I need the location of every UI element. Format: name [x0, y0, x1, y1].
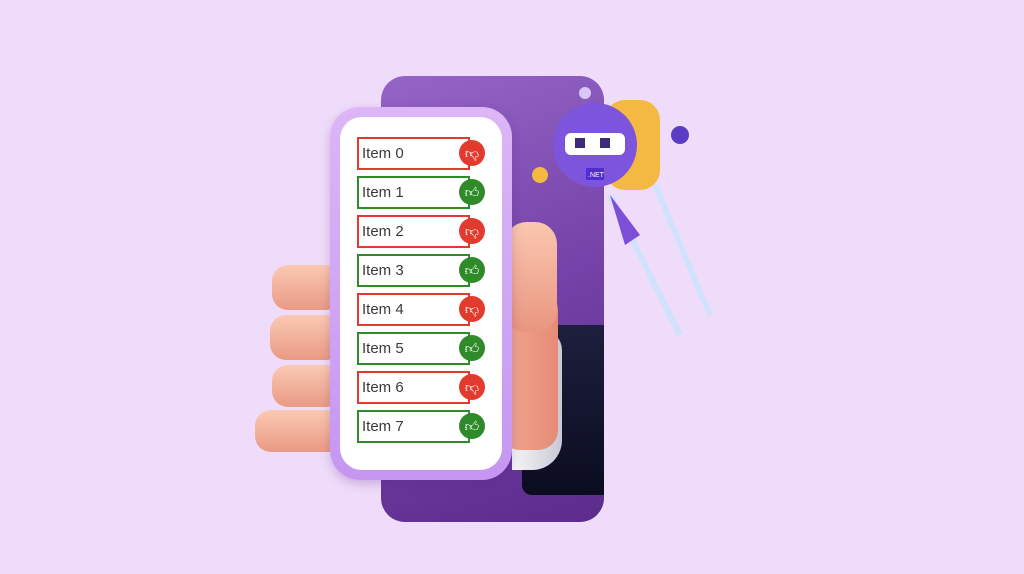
item-label: Item 7 — [362, 418, 404, 435]
thumbs-up-icon[interactable]: 👍︎ — [459, 179, 485, 205]
item-label: Item 6 — [362, 379, 404, 396]
item-label: Item 3 — [362, 262, 404, 279]
list-item[interactable]: Item 5 — [357, 332, 470, 365]
thumbs-up-icon[interactable]: 👍︎ — [459, 257, 485, 283]
thumbs-down-icon[interactable]: 👎︎ — [459, 374, 485, 400]
thumbs-up-icon[interactable]: 👍︎ — [459, 335, 485, 361]
item-label: Item 4 — [362, 301, 404, 318]
list-item[interactable]: Item 2 — [357, 215, 470, 248]
item-label: Item 5 — [362, 340, 404, 357]
thumbs-down-icon[interactable]: 👎︎ — [459, 296, 485, 322]
thumbs-down-icon[interactable]: 👎︎ — [459, 140, 485, 166]
item-label: Item 0 — [362, 145, 404, 162]
dotnet-bot-mascot: .NET — [532, 87, 713, 337]
list-item[interactable]: Item 0 — [357, 137, 470, 170]
item-label: Item 1 — [362, 184, 404, 201]
list-item[interactable]: Item 1 — [357, 176, 470, 209]
item-label: Item 2 — [362, 223, 404, 240]
list-item[interactable]: Item 6 — [357, 371, 470, 404]
list-item[interactable]: Item 3 — [357, 254, 470, 287]
mascot-badge: .NET — [588, 172, 605, 179]
list-item[interactable]: Item 4 — [357, 293, 470, 326]
thumbs-down-icon[interactable]: 👎︎ — [459, 218, 485, 244]
thumbs-up-icon[interactable]: 👍︎ — [459, 413, 485, 439]
list-item[interactable]: Item 7 — [357, 410, 470, 443]
